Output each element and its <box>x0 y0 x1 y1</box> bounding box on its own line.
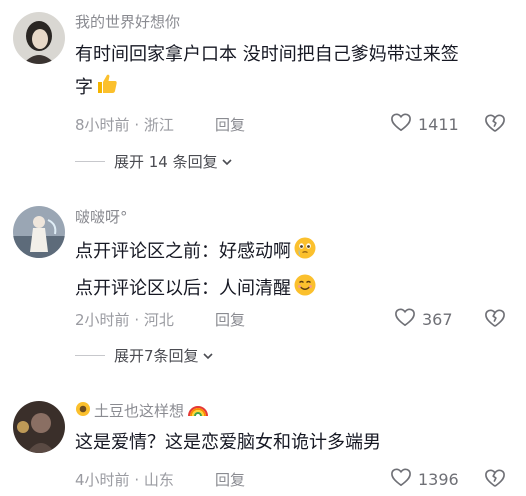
thumbs-up-icon <box>95 72 119 104</box>
dislike-button[interactable] <box>484 308 506 332</box>
avatar[interactable] <box>13 401 65 453</box>
heart-icon <box>394 307 416 331</box>
avatar[interactable] <box>13 206 65 258</box>
username[interactable]: 我的世界好想你 <box>75 11 180 32</box>
like-count: 1411 <box>418 114 459 134</box>
comment-time: 8小时前 <box>75 116 130 134</box>
expand-replies-button[interactable]: 展开 14 条回复 <box>75 151 233 172</box>
comment-text: 有时间回家拿户口本 没时间把自己爹妈带过来签 字 <box>75 42 459 104</box>
like-count: 1396 <box>418 469 459 489</box>
dislike-button[interactable] <box>484 113 506 137</box>
sunflower-icon <box>75 401 91 421</box>
reply-button[interactable]: 回复 <box>215 114 245 135</box>
comment-time: 2小时前 <box>75 311 130 329</box>
comment-text: 这是爱情？这是恋爱脑女和诡计多端男 <box>75 430 381 456</box>
expand-replies-label: 展开7条回复 <box>114 347 199 365</box>
comment-location: 河北 <box>143 311 174 329</box>
divider <box>75 355 105 356</box>
comment-line: 字 <box>75 77 93 98</box>
rainbow-icon <box>187 401 209 421</box>
comment-line: 点开评论区以后：人间清醒 <box>75 278 291 299</box>
reply-button[interactable]: 回复 <box>215 469 245 490</box>
comment-meta: 2小时前 · 河北 <box>75 311 174 329</box>
broken-heart-icon <box>484 469 506 492</box>
username[interactable]: 啵啵呀° <box>75 206 128 227</box>
dislike-button[interactable] <box>484 468 506 492</box>
like-button[interactable]: 1411 <box>390 112 459 136</box>
username-label: 土豆也这样想 <box>94 402 185 420</box>
smiling-face-icon <box>293 273 317 305</box>
comment-line: 有时间回家拿户口本 没时间把自己爹妈带过来签 <box>75 44 459 65</box>
teary-face-icon <box>293 236 317 268</box>
comment-line: 这是爱情？这是恋爱脑女和诡计多端男 <box>75 432 381 453</box>
comment-meta: 8小时前 · 浙江 <box>75 116 174 134</box>
chevron-down-icon <box>202 347 214 365</box>
comment-location: 浙江 <box>143 116 174 134</box>
like-button[interactable]: 367 <box>394 307 453 331</box>
expand-replies-label: 展开 14 条回复 <box>114 153 218 171</box>
broken-heart-icon <box>484 114 506 137</box>
reply-button[interactable]: 回复 <box>215 309 245 330</box>
expand-replies-button[interactable]: 展开7条回复 <box>75 345 214 366</box>
chevron-down-icon <box>221 153 233 171</box>
heart-icon <box>390 467 412 491</box>
broken-heart-icon <box>484 309 506 332</box>
like-count: 367 <box>422 309 453 329</box>
heart-icon <box>390 112 412 136</box>
comment-location: 山东 <box>143 471 174 489</box>
like-button[interactable]: 1396 <box>390 467 459 491</box>
comment-text: 点开评论区之前：好感动啊 点开评论区以后：人间清醒 <box>75 236 317 305</box>
comment-line: 点开评论区之前：好感动啊 <box>75 241 291 262</box>
divider <box>75 161 105 162</box>
comment-time: 4小时前 <box>75 471 130 489</box>
comment-meta: 4小时前 · 山东 <box>75 471 174 489</box>
avatar[interactable] <box>13 12 65 64</box>
username[interactable]: 土豆也这样想 <box>75 400 209 421</box>
